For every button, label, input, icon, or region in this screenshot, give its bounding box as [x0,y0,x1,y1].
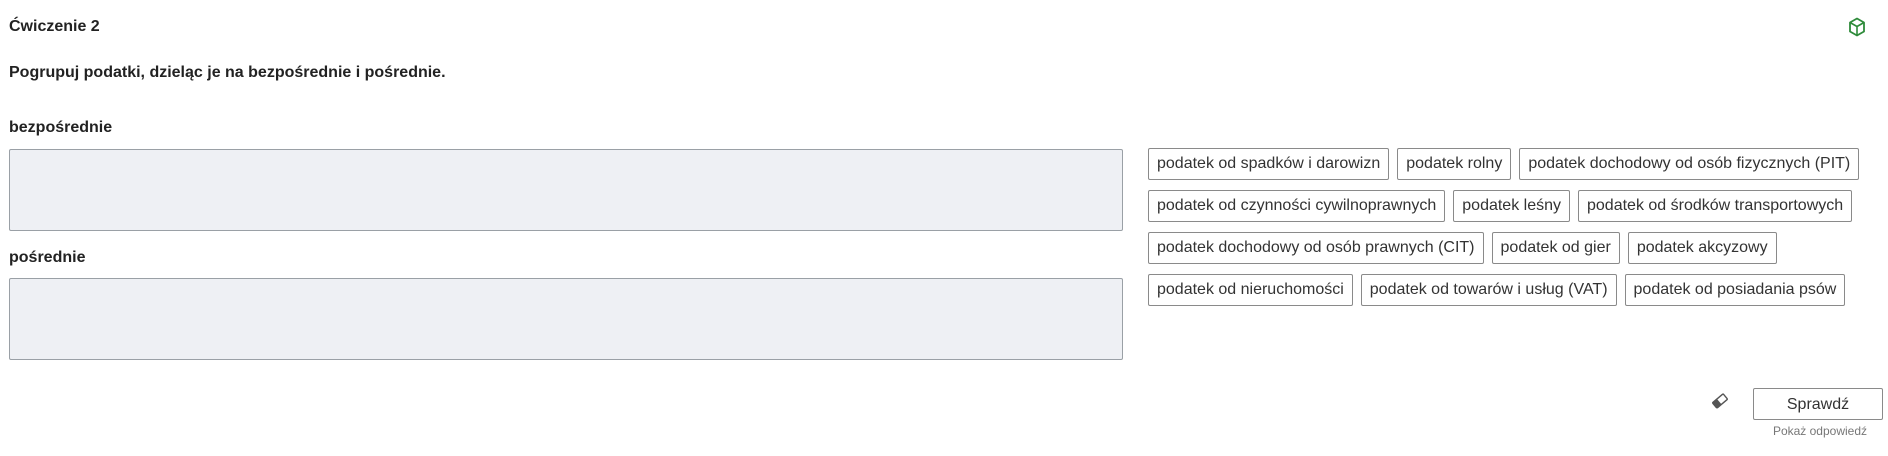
tag-item[interactable]: podatek od spadków i darowizn [1148,148,1390,180]
eraser-icon[interactable] [1710,391,1730,411]
tag-item[interactable]: podatek dochodowy od osób fizycznych (PI… [1519,148,1860,180]
tag-item[interactable]: podatek od gier [1491,232,1620,264]
tag-item[interactable]: podatek leśny [1453,190,1570,222]
show-answer-link[interactable]: Pokaż odpowiedź [1753,424,1867,438]
exercise-title: Ćwiczenie 2 [9,18,100,35]
tag-pool: podatek od spadków i darowizn podatek ro… [1148,148,1878,306]
exercise-page: Ćwiczenie 2 Pogrupuj podatki, dzieląc je… [0,0,1888,456]
check-button[interactable]: Sprawdź [1753,388,1883,420]
group-label-direct: bezpośrednie [9,119,113,136]
tag-item[interactable]: podatek od środków transportowych [1578,190,1853,222]
tag-item[interactable]: podatek dochodowy od osób prawnych (CIT) [1148,232,1484,264]
group-label-indirect: pośrednie [9,249,86,266]
tag-item[interactable]: podatek akcyzowy [1627,232,1777,264]
exercise-instruction: Pogrupuj podatki, dzieląc je na bezpośre… [9,64,446,81]
tag-item[interactable]: podatek od towarów i usług (VAT) [1360,274,1617,306]
tag-item[interactable]: podatek rolny [1397,148,1512,180]
drop-zone-indirect[interactable] [9,278,1123,360]
tag-item[interactable]: podatek od czynności cywilnoprawnych [1148,190,1446,222]
cube-icon [1849,17,1865,37]
tag-item[interactable]: podatek od posiadania psów [1624,274,1846,306]
tag-item[interactable]: podatek od nieruchomości [1148,274,1353,306]
drop-zone-direct[interactable] [9,149,1123,231]
